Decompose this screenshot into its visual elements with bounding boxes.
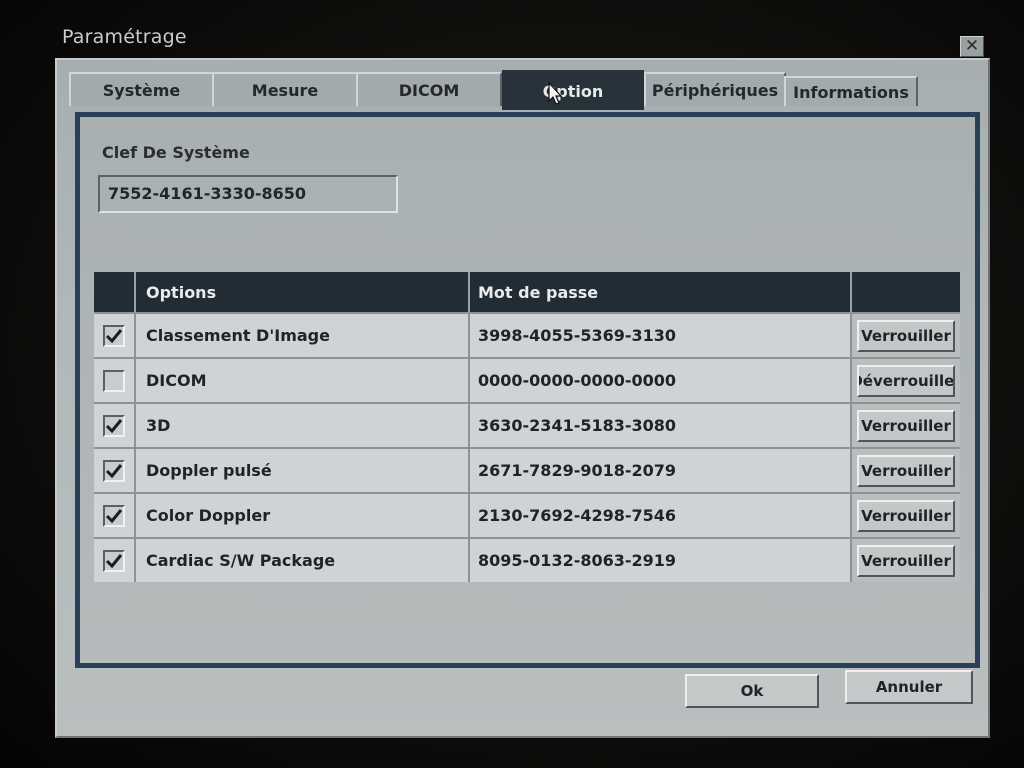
tab-peripheriques[interactable]: Périphériques xyxy=(644,72,786,106)
option-name: Cardiac S/W Package xyxy=(136,539,470,582)
options-table: Options Mot de passe Classement D'Image 3… xyxy=(94,272,960,582)
option-password: 2671-7829-9018-2079 xyxy=(470,449,852,492)
row-check-cell xyxy=(94,539,136,582)
checkmark-icon xyxy=(105,418,123,433)
row-action-cell: Verrouiller xyxy=(852,449,960,492)
row-check-cell xyxy=(94,314,136,357)
tab-mesure[interactable]: Mesure xyxy=(212,72,358,106)
table-row: Color Doppler 2130-7692-4298-7546 Verrouil… xyxy=(94,492,960,537)
checkmark-icon xyxy=(105,553,123,568)
option-name: Color Doppler xyxy=(136,494,470,537)
table-row: Cardiac S/W Package 8095-0132-8063-2919 Ve… xyxy=(94,537,960,582)
lock-toggle-button[interactable]: Verrouiller xyxy=(857,454,955,487)
option-checkbox[interactable] xyxy=(103,369,125,392)
table-body: Classement D'Image 3998-4055-5369-3130 Ver… xyxy=(94,312,960,582)
header-password: Mot de passe xyxy=(470,272,852,312)
settings-dialog: Système Mesure DICOM Option Périphérique… xyxy=(55,58,990,738)
option-checkbox[interactable] xyxy=(103,549,125,572)
option-checkbox[interactable] xyxy=(103,459,125,482)
tab-dicom[interactable]: DICOM xyxy=(356,72,502,106)
option-panel: Clef De Système 7552-4161-3330-8650 Opti… xyxy=(75,112,980,668)
option-checkbox[interactable] xyxy=(103,324,125,347)
table-row: Doppler pulsé 2671-7829-9018-2079 Verrouil… xyxy=(94,447,960,492)
option-checkbox[interactable] xyxy=(103,414,125,437)
lock-toggle-button[interactable]: Verrouiller xyxy=(857,499,955,532)
option-password: 3630-2341-5183-3080 xyxy=(470,404,852,447)
option-checkbox[interactable] xyxy=(103,504,125,527)
option-name: DICOM xyxy=(136,359,470,402)
close-button[interactable]: ✕ xyxy=(960,36,984,57)
tab-option[interactable]: Option xyxy=(502,70,644,110)
row-action-cell: Verrouiller xyxy=(852,539,960,582)
tab-informations[interactable]: Informations xyxy=(784,76,918,106)
row-check-cell xyxy=(94,494,136,537)
checkmark-icon xyxy=(105,508,123,523)
lock-toggle-button[interactable]: Verrouiller xyxy=(857,409,955,442)
header-options: Options xyxy=(136,272,470,312)
lock-toggle-button[interactable]: Verrouiller xyxy=(857,544,955,577)
row-check-cell xyxy=(94,404,136,447)
row-action-cell: Verrouiller xyxy=(852,494,960,537)
lock-toggle-button[interactable]: Verrouiller xyxy=(857,319,955,352)
row-check-cell xyxy=(94,449,136,492)
checkmark-icon xyxy=(105,463,123,478)
lock-toggle-button[interactable]: Déverrouiller xyxy=(857,364,955,397)
row-action-cell: Verrouiller xyxy=(852,404,960,447)
hand-cursor-icon xyxy=(548,82,563,105)
table-row: DICOM0000-0000-0000-0000Déverrouiller xyxy=(94,357,960,402)
option-name: Doppler pulsé xyxy=(136,449,470,492)
close-icon: ✕ xyxy=(964,36,980,56)
header-check-col xyxy=(94,272,136,312)
option-name: Classement D'Image xyxy=(136,314,470,357)
option-name: 3D xyxy=(136,404,470,447)
cancel-button[interactable]: Annuler xyxy=(845,670,973,704)
option-password: 2130-7692-4298-7546 xyxy=(470,494,852,537)
row-action-cell: Verrouiller xyxy=(852,314,960,357)
table-row: 3D 3630-2341-5183-3080 Verrouiller xyxy=(94,402,960,447)
row-check-cell xyxy=(94,359,136,402)
row-action-cell: Déverrouiller xyxy=(852,359,960,402)
option-password: 3998-4055-5369-3130 xyxy=(470,314,852,357)
system-key-field[interactable]: 7552-4161-3330-8650 xyxy=(98,175,398,213)
checkmark-icon xyxy=(105,328,123,343)
system-key-label: Clef De Système xyxy=(102,143,250,162)
option-password: 8095-0132-8063-2919 xyxy=(470,539,852,582)
ok-button[interactable]: Ok xyxy=(685,674,819,708)
tab-systeme[interactable]: Système xyxy=(69,72,214,106)
window-title: Paramétrage xyxy=(62,26,187,48)
option-password: 0000-0000-0000-0000 xyxy=(470,359,852,402)
table-row: Classement D'Image 3998-4055-5369-3130 Ver… xyxy=(94,312,960,357)
header-action-col xyxy=(852,272,960,312)
table-header: Options Mot de passe xyxy=(94,272,960,312)
